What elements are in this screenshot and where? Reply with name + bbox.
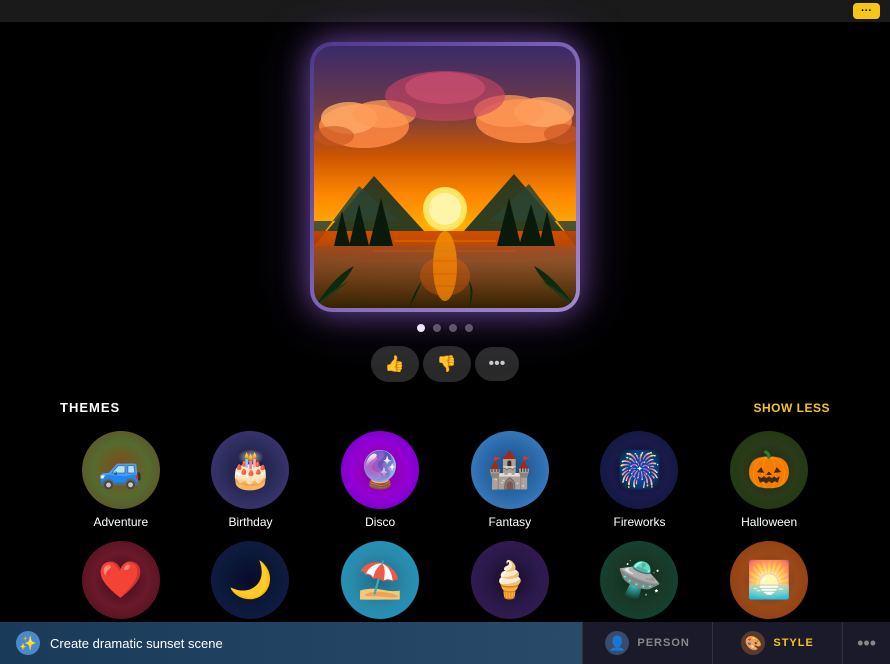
dot-1[interactable] (417, 324, 425, 332)
image-inner (314, 46, 576, 308)
theme-circle-sci-fi: 🛸 (600, 541, 678, 619)
theme-item-adventure[interactable]: 🚙 Adventure (60, 431, 182, 529)
thumbdown-button[interactable]: 👎 (423, 346, 471, 382)
theme-item-fantasy[interactable]: 🏰 Fantasy (449, 431, 571, 529)
prompt-icon: ✨ (16, 631, 40, 655)
themes-section: THEMES SHOW LESS 🚙 Adventure 🎂 Birthday 🔮 Dis… (0, 400, 890, 639)
person-tab[interactable]: 👤 PERSON (582, 622, 712, 664)
top-bar: ··· (0, 0, 890, 22)
theme-circle-summer: ⛱️ (341, 541, 419, 619)
theme-label-disco: Disco (365, 515, 395, 529)
theme-item-birthday[interactable]: 🎂 Birthday (190, 431, 312, 529)
bottom-more-button[interactable]: ••• (842, 622, 890, 664)
theme-label-fantasy: Fantasy (488, 515, 531, 529)
theme-circle-fireworks: 🎆 (600, 431, 678, 509)
theme-item-fireworks[interactable]: 🎆 Fireworks (579, 431, 701, 529)
bottom-tabs: 👤 PERSON 🎨 StyLe ••• (582, 622, 890, 664)
theme-item-disco[interactable]: 🔮 Disco (319, 431, 441, 529)
theme-item-halloween[interactable]: 🎃 Halloween (708, 431, 830, 529)
theme-circle-fantasy: 🏰 (471, 431, 549, 509)
theme-circle-disco: 🔮 (341, 431, 419, 509)
bottom-bar: ✨ Create dramatic sunset scene 👤 PERSON … (0, 622, 890, 664)
theme-circle-adventure: 🚙 (82, 431, 160, 509)
themes-title: THEMES (60, 400, 120, 415)
dot-2[interactable] (433, 324, 441, 332)
themes-header: THEMES SHOW LESS (60, 400, 830, 415)
person-tab-icon: 👤 (605, 631, 629, 655)
show-less-button[interactable]: SHOW LESS (753, 401, 830, 415)
person-tab-label: PERSON (637, 637, 689, 649)
bottom-prompt-area[interactable]: ✨ Create dramatic sunset scene (0, 622, 582, 664)
theme-circle-sunset: 🌅 (730, 541, 808, 619)
sunset-illustration (314, 46, 576, 308)
dot-3[interactable] (449, 324, 457, 332)
prompt-text: Create dramatic sunset scene (50, 636, 223, 651)
pagination-dots (417, 324, 473, 332)
style-tab[interactable]: 🎨 StyLe (712, 622, 842, 664)
top-bar-button[interactable]: ··· (853, 3, 880, 19)
theme-label-adventure: Adventure (93, 515, 148, 529)
main-content: 👍 👎 ••• THEMES SHOW LESS 🚙 Adventure 🎂 Birt… (0, 22, 890, 639)
dot-4[interactable] (465, 324, 473, 332)
theme-label-halloween: Halloween (741, 515, 797, 529)
theme-label-birthday: Birthday (228, 515, 272, 529)
style-tab-icon: 🎨 (741, 631, 765, 655)
theme-circle-starry-night: 🌙 (211, 541, 289, 619)
theme-label-fireworks: Fireworks (613, 515, 665, 529)
more-button[interactable]: ••• (475, 347, 520, 381)
image-card (310, 42, 580, 312)
theme-circle-birthday: 🎂 (211, 431, 289, 509)
theme-circle-love: ❤️ (82, 541, 160, 619)
style-tab-label: StyLe (773, 637, 813, 649)
theme-circle-party: 🍦 (471, 541, 549, 619)
theme-circle-halloween: 🎃 (730, 431, 808, 509)
themes-grid: 🚙 Adventure 🎂 Birthday 🔮 Disco 🏰 Fantasy 🎆 Firewo… (60, 431, 830, 639)
action-buttons: 👍 👎 ••• (371, 346, 520, 382)
thumbup-button[interactable]: 👍 (371, 346, 419, 382)
